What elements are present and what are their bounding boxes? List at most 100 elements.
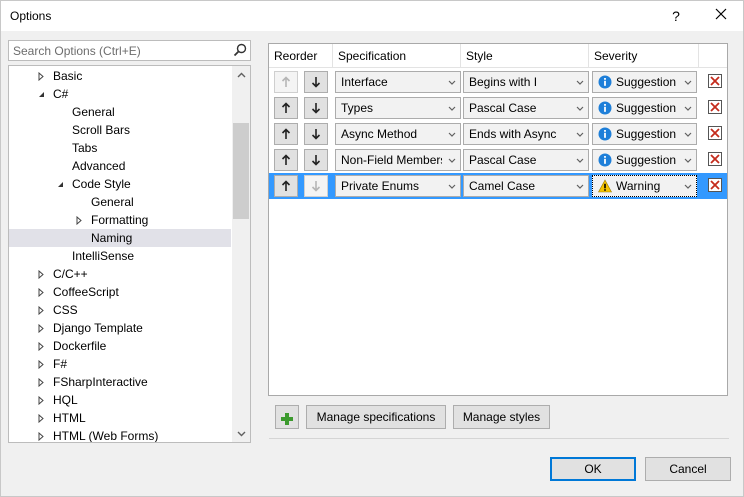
specification-dropdown[interactable]: Non-Field Members (335, 149, 461, 171)
specification-dropdown-value: Non-Field Members (341, 153, 442, 167)
tree-item[interactable]: HTML (Web Forms) (9, 427, 231, 442)
tree-item[interactable]: CoffeeScript (9, 283, 231, 301)
expand-arrow-icon[interactable] (35, 283, 47, 301)
move-up-button[interactable] (274, 97, 298, 119)
table-row[interactable]: Private Enums Camel Case Warning (269, 173, 727, 199)
severity-dropdown-value: Suggestion (616, 101, 677, 115)
chevron-down-icon (448, 150, 456, 170)
search-icon[interactable] (233, 43, 247, 60)
close-button[interactable] (707, 4, 735, 28)
chevron-down-icon (684, 176, 692, 196)
move-down-button[interactable] (304, 175, 328, 197)
plus-icon (281, 412, 293, 425)
expand-arrow-icon[interactable] (35, 67, 47, 85)
style-dropdown-value: Ends with Async (469, 127, 557, 141)
delete-row-icon[interactable] (707, 73, 723, 89)
tree-item-label: F# (53, 357, 68, 371)
tree-item[interactable]: IntelliSense (9, 247, 231, 265)
tree-item[interactable]: Formatting (9, 211, 231, 229)
expand-arrow-icon[interactable] (35, 337, 47, 355)
cancel-button[interactable]: Cancel (645, 457, 731, 481)
chevron-down-icon (448, 124, 456, 144)
move-up-button[interactable] (274, 123, 298, 145)
severity-dropdown[interactable]: Suggestion (592, 149, 697, 171)
tree-item[interactable]: General (9, 103, 231, 121)
style-dropdown[interactable]: Pascal Case (463, 149, 589, 171)
style-dropdown[interactable]: Ends with Async (463, 123, 589, 145)
tree-item[interactable]: C/C++ (9, 265, 231, 283)
style-dropdown[interactable]: Pascal Case (463, 97, 589, 119)
move-up-button[interactable] (274, 71, 298, 93)
tree-item[interactable]: General (9, 193, 231, 211)
style-dropdown[interactable]: Camel Case (463, 175, 589, 197)
search-box[interactable] (8, 40, 251, 61)
move-up-button[interactable] (274, 175, 298, 197)
tree-item[interactable]: Naming (9, 229, 231, 247)
expand-arrow-icon[interactable] (73, 211, 85, 229)
severity-dropdown[interactable]: Warning (591, 174, 698, 198)
chevron-down-icon (448, 98, 456, 118)
table-row[interactable]: Interface Begins with I Suggestion (269, 69, 727, 95)
table-row[interactable]: Types Pascal Case Suggestion (269, 95, 727, 121)
specification-dropdown[interactable]: Types (335, 97, 461, 119)
specification-dropdown[interactable]: Private Enums (335, 175, 461, 197)
add-specification-button[interactable] (275, 405, 299, 429)
chevron-down-icon (684, 150, 692, 170)
expand-arrow-icon[interactable] (35, 265, 47, 283)
expand-arrow-icon[interactable] (35, 409, 47, 427)
delete-row-icon[interactable] (707, 99, 723, 115)
expand-arrow-icon[interactable] (35, 373, 47, 391)
expand-arrow-icon[interactable] (35, 391, 47, 409)
scroll-thumb[interactable] (233, 123, 249, 219)
tree-item-label: FSharpInteractive (53, 375, 148, 389)
tree-item[interactable]: FSharpInteractive (9, 373, 231, 391)
tree-item[interactable]: Advanced (9, 157, 231, 175)
delete-row-icon[interactable] (707, 177, 723, 193)
table-row[interactable]: Non-Field Members Pascal Case Suggestion (269, 147, 727, 173)
tree-item[interactable]: C# (9, 85, 231, 103)
table-row[interactable]: Async Method Ends with Async Suggestion (269, 121, 727, 147)
collapse-arrow-icon[interactable] (35, 85, 47, 103)
expand-arrow-icon[interactable] (35, 301, 47, 319)
specification-dropdown[interactable]: Interface (335, 71, 461, 93)
specification-dropdown-value: Types (341, 101, 374, 115)
move-down-button[interactable] (304, 149, 328, 171)
scroll-down-button[interactable] (232, 425, 250, 442)
specification-dropdown[interactable]: Async Method (335, 123, 461, 145)
expand-arrow-icon[interactable] (35, 355, 47, 373)
manage-styles-button[interactable]: Manage styles (453, 405, 550, 429)
tree-item[interactable]: CSS (9, 301, 231, 319)
severity-dropdown[interactable]: Suggestion (592, 123, 697, 145)
arrow-up-icon (281, 102, 291, 113)
chevron-down-icon (448, 72, 456, 92)
move-down-button[interactable] (304, 123, 328, 145)
collapse-arrow-icon[interactable] (54, 175, 66, 193)
tree-item-label: HTML (53, 411, 86, 425)
tree-item[interactable]: F# (9, 355, 231, 373)
move-down-button[interactable] (304, 97, 328, 119)
tree-item[interactable]: HQL (9, 391, 231, 409)
move-down-button[interactable] (304, 71, 328, 93)
delete-row-icon[interactable] (707, 151, 723, 167)
manage-specifications-button[interactable]: Manage specifications (306, 405, 446, 429)
search-input[interactable] (9, 41, 229, 60)
tree-item[interactable]: Tabs (9, 139, 231, 157)
severity-dropdown[interactable]: Suggestion (592, 71, 697, 93)
move-up-button[interactable] (274, 149, 298, 171)
tree-item[interactable]: Django Template (9, 319, 231, 337)
tree-item[interactable]: HTML (9, 409, 231, 427)
severity-dropdown[interactable]: Suggestion (592, 97, 697, 119)
delete-row-icon[interactable] (707, 125, 723, 141)
tree-item[interactable]: Basic (9, 67, 231, 85)
scroll-up-button[interactable] (232, 66, 250, 83)
tree-scrollbar[interactable] (232, 66, 250, 442)
expand-arrow-icon[interactable] (35, 319, 47, 337)
tree-item[interactable]: Dockerfile (9, 337, 231, 355)
help-button[interactable]: ? (665, 4, 687, 28)
expand-arrow-icon[interactable] (35, 427, 47, 442)
ok-button[interactable]: OK (550, 457, 636, 481)
style-dropdown[interactable]: Begins with I (463, 71, 589, 93)
tree-item[interactable]: Scroll Bars (9, 121, 231, 139)
tree-item[interactable]: Code Style (9, 175, 231, 193)
arrow-down-icon (311, 155, 321, 166)
